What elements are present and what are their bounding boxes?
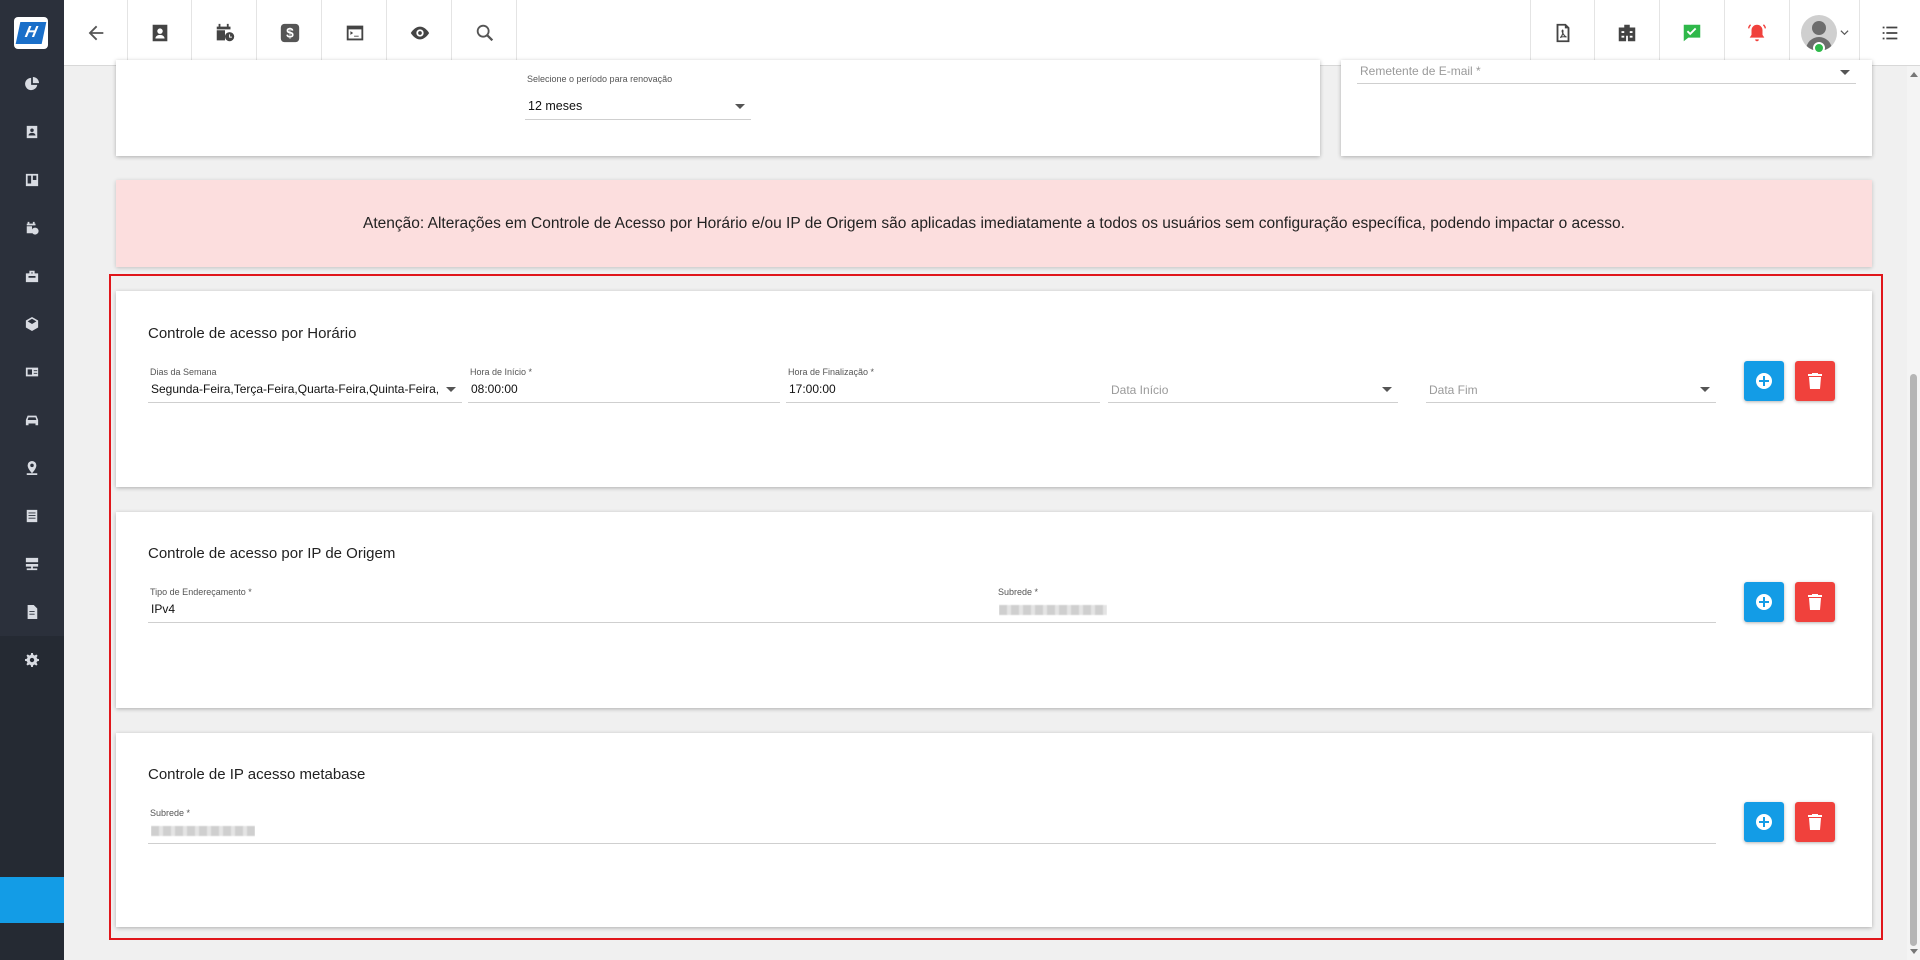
add-ip-origem-button[interactable] <box>1744 582 1784 622</box>
ip-origem-card: Controle de acesso por IP de Origem Tipo… <box>116 512 1872 708</box>
chevron-down-icon <box>1839 30 1849 36</box>
trash-icon <box>1808 594 1822 610</box>
sidebar-active-item[interactable] <box>0 877 64 923</box>
email-sender-placeholder: Remetente de E-mail * <box>1360 64 1481 78</box>
box-icon[interactable] <box>24 316 40 332</box>
dias-semana-label: Dias da Semana <box>150 367 217 377</box>
email-sender-select[interactable]: Remetente de E-mail * <box>1357 60 1856 84</box>
data-inicio-placeholder: Data Início <box>1111 383 1169 397</box>
terminal-icon[interactable] <box>323 0 387 65</box>
scroll-thumb[interactable] <box>1910 374 1917 946</box>
id-card-icon[interactable] <box>24 364 40 380</box>
chevron-down-icon <box>446 387 456 392</box>
data-fim-placeholder: Data Fim <box>1429 383 1478 397</box>
chat-check-icon[interactable] <box>1659 0 1723 65</box>
subrede-metabase-label: Subrede * <box>150 808 191 818</box>
dollar-icon[interactable]: $ <box>258 0 322 65</box>
horario-card: Controle de acesso por Horário Dias da S… <box>116 291 1872 487</box>
data-fim-select[interactable]: Data Fim <box>1426 369 1716 403</box>
scroll-up-icon[interactable] <box>1910 72 1918 77</box>
hora-fim-label: Hora de Finalização * <box>788 367 875 377</box>
warning-alert: Atenção: Alterações em Controle de Acess… <box>116 180 1872 267</box>
tipo-enderecamento-select[interactable]: Tipo de Endereçamento * IPv4 <box>148 587 1022 623</box>
chevron-down-icon <box>1382 387 1392 392</box>
dias-semana-select[interactable]: Dias da Semana Segunda-Feira,Terça-Feira… <box>148 367 462 403</box>
logo-mark-icon: H <box>15 22 47 44</box>
subrede-metabase-value-redacted <box>151 823 255 837</box>
add-horario-button[interactable] <box>1744 361 1784 401</box>
scroll-down-icon[interactable] <box>1910 949 1918 954</box>
svg-text:$: $ <box>286 25 294 40</box>
eye-icon[interactable] <box>388 0 452 65</box>
hora-inicio-value: 08:00:00 <box>471 382 518 396</box>
email-card: Remetente de E-mail * <box>1341 60 1872 156</box>
plus-circle-icon <box>1756 814 1772 830</box>
briefcase-icon[interactable] <box>24 268 40 284</box>
tipo-enderecamento-value: IPv4 <box>151 602 176 616</box>
delete-metabase-button[interactable] <box>1795 802 1835 842</box>
chevron-down-icon <box>1700 387 1710 392</box>
subrede-origem-label: Subrede * <box>998 587 1039 597</box>
sidebar: H <box>0 0 64 960</box>
calendar-clock-icon[interactable] <box>193 0 257 65</box>
contact-card-icon[interactable] <box>24 124 40 140</box>
list-doc-icon[interactable] <box>24 508 40 524</box>
tipo-enderecamento-label: Tipo de Endereçamento * <box>150 587 252 597</box>
renewal-card: Selecione o período para renovação 12 me… <box>116 60 1320 156</box>
map-pin-icon[interactable] <box>24 460 40 476</box>
subrede-metabase-field[interactable]: Subrede * <box>148 808 1716 844</box>
chevron-down-icon <box>1840 70 1850 75</box>
subrede-origem-value-redacted <box>999 602 1107 616</box>
app-logo[interactable]: H <box>14 17 48 49</box>
hora-fim-field[interactable]: Hora de Finalização * 17:00:00 <box>786 367 1100 403</box>
hora-inicio-field[interactable]: Hora de Início * 08:00:00 <box>468 367 780 403</box>
metabase-card-title: Controle de IP acesso metabase <box>148 766 366 783</box>
add-metabase-button[interactable] <box>1744 802 1784 842</box>
pdf-icon[interactable] <box>1530 0 1594 65</box>
user-avatar[interactable] <box>1789 0 1859 65</box>
hora-inicio-label: Hora de Início * <box>470 367 533 377</box>
metabase-card: Controle de IP acesso metabase Subrede * <box>116 733 1872 927</box>
plus-circle-icon <box>1756 373 1772 389</box>
dias-semana-value: Segunda-Feira,Terça-Feira,Quarta-Feira,Q… <box>151 382 439 396</box>
page-scrollbar[interactable] <box>1907 66 1920 960</box>
document-icon[interactable] <box>24 604 40 620</box>
renewal-period-value: 12 meses <box>528 99 583 113</box>
search-icon[interactable] <box>453 0 517 65</box>
board-icon[interactable] <box>24 172 40 188</box>
plus-circle-icon <box>1756 594 1772 610</box>
delete-ip-origem-button[interactable] <box>1795 582 1835 622</box>
renewal-period-label: Selecione o período para renovação <box>527 74 673 84</box>
menu-list-icon[interactable] <box>1859 0 1920 65</box>
contact-icon[interactable] <box>128 0 192 65</box>
online-status-dot <box>1813 42 1825 54</box>
hora-fim-value: 17:00:00 <box>789 382 836 396</box>
delete-horario-button[interactable] <box>1795 361 1835 401</box>
ip-origem-card-title: Controle de acesso por IP de Origem <box>148 545 396 562</box>
chevron-down-icon <box>735 104 745 109</box>
back-arrow-icon[interactable] <box>64 0 128 65</box>
alarm-bell-icon[interactable] <box>1724 0 1788 65</box>
server-icon[interactable] <box>24 556 40 572</box>
gear-icon[interactable] <box>24 652 40 668</box>
trash-icon <box>1808 373 1822 389</box>
subrede-origem-field[interactable]: Subrede * <box>996 587 1716 623</box>
horario-card-title: Controle de acesso por Horário <box>148 325 357 342</box>
warning-alert-text: Atenção: Alterações em Controle de Acess… <box>363 214 1625 232</box>
topbar: $ <box>64 0 1920 66</box>
chart-pie-icon[interactable] <box>24 76 40 92</box>
calendar-clock-icon[interactable] <box>24 220 40 236</box>
trash-icon <box>1808 814 1822 830</box>
building-icon[interactable] <box>1594 0 1658 65</box>
renewal-period-select[interactable]: Selecione o período para renovação 12 me… <box>525 74 751 120</box>
car-icon[interactable] <box>24 412 40 428</box>
data-inicio-select[interactable]: Data Início <box>1108 369 1398 403</box>
